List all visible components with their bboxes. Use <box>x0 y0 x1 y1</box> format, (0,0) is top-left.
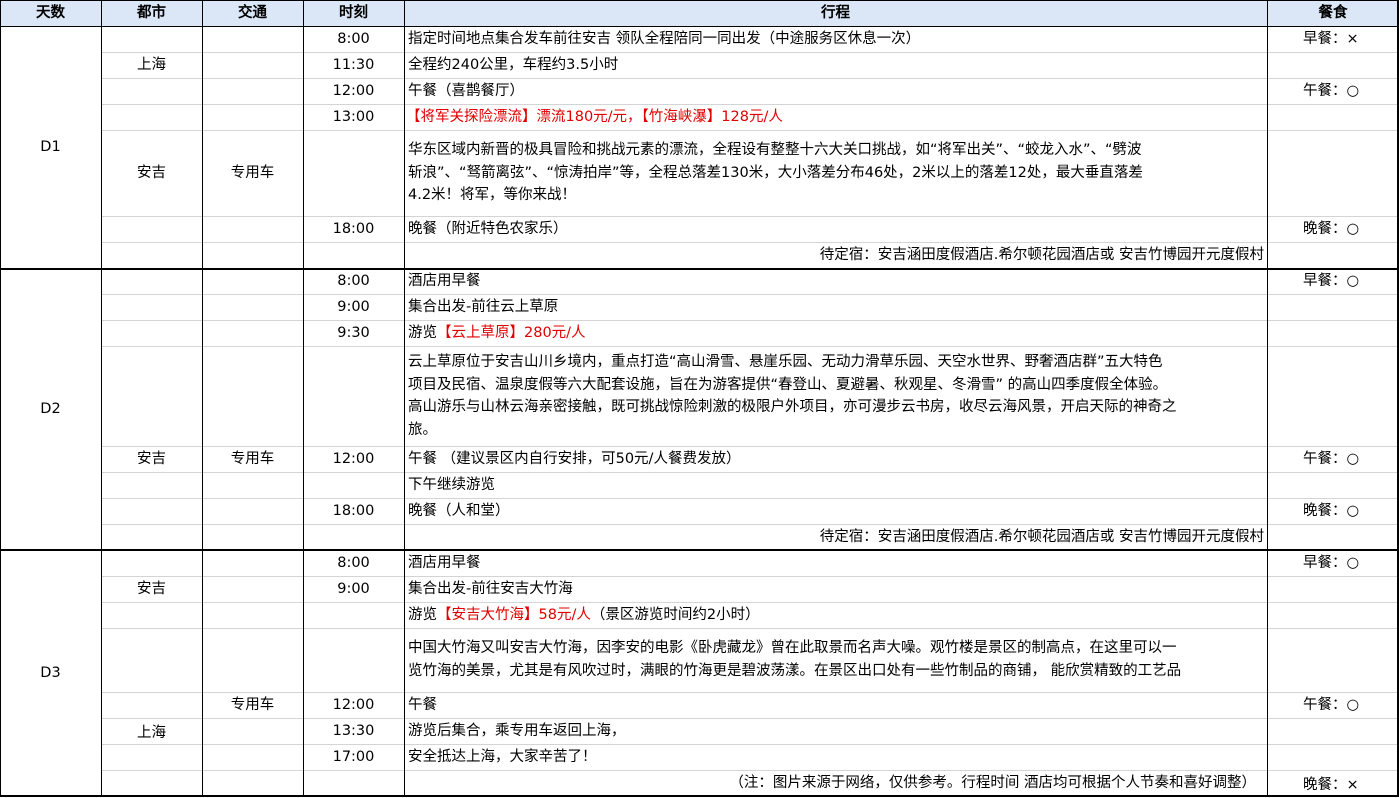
itinerary-item: 游览后集合，乘专用车返回上海， <box>408 723 626 739</box>
city-cell: 安吉 <box>137 451 166 467</box>
day-label: D2 <box>40 401 61 417</box>
itinerary-item: 游览【安吉大竹海】58元/人（景区游览时间约2小时） <box>408 607 760 623</box>
itinerary-item: 集合出发-前往云上草原 <box>408 299 559 315</box>
meal-cell: 晚餐：○ <box>1303 503 1360 519</box>
header-day: 天数 <box>36 5 65 21</box>
itinerary-item: 午餐（喜鹊餐厅） <box>408 83 524 99</box>
time-cell: 8:00 <box>337 555 370 571</box>
itinerary-item: 午餐 （建议景区内自行安排，可50元/人餐费发放） <box>408 451 741 467</box>
header-meals: 餐食 <box>1318 5 1348 21</box>
day-label: D1 <box>40 139 61 155</box>
meal-cell: 早餐：○ <box>1303 555 1360 571</box>
city-cell: 上海 <box>137 725 166 741</box>
transport-cell: 专用车 <box>230 165 275 181</box>
time-cell: 11:30 <box>332 57 375 73</box>
transport-cell: 专用车 <box>230 697 275 713</box>
header-city: 都市 <box>137 5 166 21</box>
itinerary-item: 安全抵达上海，大家辛苦了！ <box>408 749 597 765</box>
meal-cell: 午餐：○ <box>1303 697 1360 713</box>
itinerary-item: 晚餐（人和堂） <box>408 503 510 519</box>
time-cell: 12:00 <box>332 451 375 467</box>
itinerary-item: 午餐 <box>408 697 437 713</box>
header-transport: 交通 <box>238 5 267 21</box>
time-cell: 9:00 <box>337 299 370 315</box>
itinerary-highlight: 【将军关探险漂流】漂流180元/元，【竹海峡瀑】128元/人 <box>406 109 783 125</box>
time-cell: 18:00 <box>332 221 375 237</box>
meal-cell: 午餐：○ <box>1303 451 1360 467</box>
city-cell: 安吉 <box>137 581 166 597</box>
time-cell: 9:00 <box>337 581 370 597</box>
time-cell: 8:00 <box>337 273 370 289</box>
attraction-description: 中国大竹海又叫安吉大竹海，因李安的电影《卧虎藏龙》曾在此取景而名声大噪。观竹楼是… <box>408 640 1182 679</box>
attraction-description: 云上草原位于安吉山川乡境内，重点打造“高山滑雪、悬崖乐园、无动力滑草乐园、天空水… <box>408 354 1177 438</box>
time-cell: 17:00 <box>332 749 375 765</box>
day-label: D3 <box>40 665 61 681</box>
city-cell: 上海 <box>137 57 166 73</box>
hotel-info: 待定宿：安吉涵田度假酒店.希尔顿花园酒店或 安吉竹博园开元度假村 <box>819 247 1264 263</box>
meal-cell: 晚餐：× <box>1303 777 1359 793</box>
meal-cell: 午餐：○ <box>1303 83 1360 99</box>
time-cell: 8:00 <box>337 31 370 47</box>
attraction-description: 华东区域内新晋的极具冒险和挑战元素的漂流，全程设有整整十六大关口挑战，如“将军出… <box>408 142 1143 203</box>
city-cell: 安吉 <box>137 165 166 181</box>
footnote: （注：图片来源于网络，仅供参考。行程时间 酒店均可根据个人节奏和喜好调整） <box>729 775 1256 791</box>
itinerary-item: 全程约240公里，车程约3.5小时 <box>408 57 619 73</box>
meal-cell: 晚餐：○ <box>1303 221 1360 237</box>
itinerary-item: 下午继续游览 <box>408 477 495 493</box>
itinerary-item: 酒店用早餐 <box>408 273 481 289</box>
hotel-info: 待定宿：安吉涵田度假酒店.希尔顿花园酒店或 安吉竹博园开元度假村 <box>819 529 1264 545</box>
time-cell: 13:30 <box>332 723 375 739</box>
itinerary-item: 指定时间地点集合发车前往安吉 领队全程陪同一同出发（中途服务区休息一次） <box>408 31 921 47</box>
time-cell: 13:00 <box>332 109 375 125</box>
itinerary-item: 酒店用早餐 <box>408 555 481 571</box>
header-time: 时刻 <box>339 5 368 21</box>
itinerary-item: 集合出发-前往安吉大竹海 <box>408 581 573 597</box>
transport-cell: 专用车 <box>230 451 275 467</box>
time-cell: 18:00 <box>332 503 375 519</box>
header-itinerary: 行程 <box>821 5 850 21</box>
itinerary-item: 游览【云上草原】280元/人 <box>408 325 586 341</box>
meal-cell: 早餐：○ <box>1303 273 1360 289</box>
time-cell: 12:00 <box>332 83 375 99</box>
time-cell: 9:30 <box>337 325 370 341</box>
time-cell: 12:00 <box>332 697 375 713</box>
itinerary-item: 晚餐（附近特色农家乐） <box>408 221 568 237</box>
meal-cell: 早餐：× <box>1303 31 1359 47</box>
